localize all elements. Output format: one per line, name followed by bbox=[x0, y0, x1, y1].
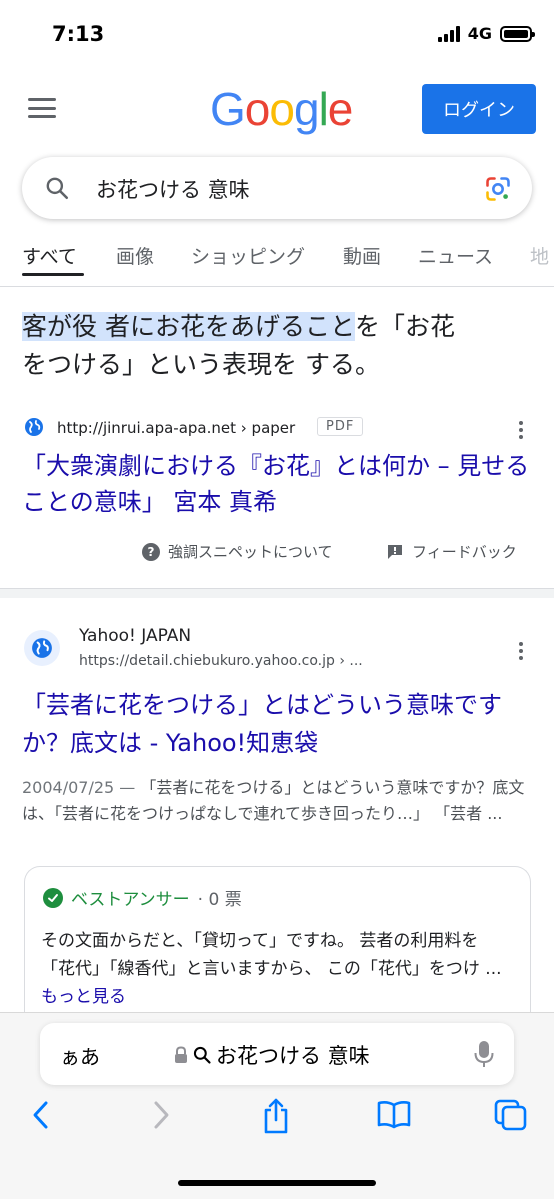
active-tab-indicator bbox=[22, 273, 84, 276]
result-snippet: 2004/07/25 — 「芸者に花をつける」とはどういう意味ですか？底文は、「… bbox=[22, 775, 537, 827]
network-type: 4G bbox=[467, 24, 492, 43]
back-icon[interactable] bbox=[30, 1099, 52, 1131]
google-logo[interactable]: Google bbox=[210, 82, 354, 136]
snippet-text-line2: をつける」という表現を する。 bbox=[22, 350, 380, 379]
tab-images[interactable]: 画像 bbox=[116, 242, 154, 269]
tab-news[interactable]: ニュース bbox=[418, 242, 493, 269]
featured-snippet-text: 客が役 者にお花をあげることを「お花 をつける」という表現を する。 bbox=[22, 308, 537, 384]
divider bbox=[0, 286, 554, 287]
address-text[interactable]: お花つける 意味 bbox=[174, 1040, 370, 1070]
tab-all[interactable]: すべて bbox=[22, 242, 77, 269]
about-snippet-label: 強調スニペットについて bbox=[168, 543, 333, 561]
forward-icon[interactable] bbox=[150, 1099, 172, 1131]
answer-text: その文面からだと、「貸切って」ですね。 芸者の利用料を「花代」「線香代」と言いま… bbox=[41, 927, 511, 1011]
snippet-footer: ? 強調スニペットについて フィードバック bbox=[0, 541, 554, 567]
best-answer-card[interactable]: ベストアンサー · 0 票 その文面からだと、「貸切って」ですね。 芸者の利用料… bbox=[24, 866, 531, 1036]
search-input[interactable]: お花つける 意味 bbox=[96, 174, 250, 204]
lock-icon bbox=[175, 1046, 187, 1063]
logo-letter: o bbox=[244, 83, 271, 135]
globe-icon bbox=[32, 638, 52, 658]
result-title-link[interactable]: 「大衆演劇における『お花』とは何か – 見せることの意味」 宮本 真希 bbox=[22, 448, 537, 520]
search-box[interactable]: お花つける 意味 bbox=[22, 157, 532, 219]
snippet-text-rest: を「お花 bbox=[354, 312, 455, 341]
feedback-icon bbox=[388, 544, 402, 559]
status-time: 7:13 bbox=[52, 22, 105, 46]
snippet-highlight: 客が役 者にお花をあげること bbox=[22, 312, 355, 341]
check-circle-icon bbox=[43, 887, 63, 908]
site-name[interactable]: Yahoo! JAPAN bbox=[79, 626, 191, 646]
more-link[interactable]: もっと見る bbox=[41, 987, 126, 1007]
more-options-icon[interactable] bbox=[518, 642, 524, 660]
microphone-icon[interactable] bbox=[474, 1039, 494, 1069]
result-separator bbox=[0, 588, 554, 598]
site-favicon bbox=[24, 630, 60, 666]
logo-letter: g bbox=[293, 83, 320, 135]
address-bar[interactable]: ぁあ お花つける 意味 bbox=[40, 1023, 514, 1085]
best-answer-header: ベストアンサー · 0 票 bbox=[43, 885, 242, 910]
source-url[interactable]: http://jinrui.apa-apa.net › paper bbox=[57, 419, 295, 437]
cellular-signal-icon bbox=[437, 25, 460, 42]
result-date: 2004/07/25 — bbox=[22, 778, 141, 797]
search-tabs: すべて 画像 ショッピング 動画 ニュース 地 bbox=[0, 242, 554, 276]
tab-maps[interactable]: 地 bbox=[530, 242, 549, 269]
browser-toolbar: ぁあ お花つける 意味 bbox=[0, 1012, 554, 1199]
feedback-label: フィードバック bbox=[412, 543, 517, 561]
bookmarks-icon[interactable] bbox=[376, 1099, 412, 1129]
address-query: お花つける 意味 bbox=[216, 1044, 370, 1068]
search-icon[interactable] bbox=[44, 175, 70, 201]
share-icon[interactable] bbox=[260, 1097, 292, 1135]
about-snippet-link[interactable]: ? 強調スニペットについて bbox=[142, 541, 333, 562]
status-indicators: 4G bbox=[437, 24, 535, 43]
answer-body: その文面からだと、「貸切って」ですね。 芸者の利用料を「花代」「線香代」と言いま… bbox=[41, 931, 502, 979]
globe-icon bbox=[25, 418, 43, 436]
page-settings-button[interactable]: ぁあ bbox=[60, 1041, 100, 1070]
tab-shopping[interactable]: ショッピング bbox=[191, 242, 305, 269]
battery-icon bbox=[500, 25, 535, 42]
logo-letter: l bbox=[318, 83, 329, 135]
menu-icon[interactable] bbox=[28, 96, 56, 120]
logo-letter: e bbox=[327, 83, 354, 135]
tab-videos[interactable]: 動画 bbox=[343, 242, 381, 269]
tabs-icon[interactable] bbox=[494, 1099, 528, 1131]
help-icon: ? bbox=[142, 542, 160, 561]
feedback-link[interactable]: フィードバック bbox=[386, 541, 517, 562]
home-indicator bbox=[178, 1180, 376, 1186]
result-title-link[interactable]: 「芸者に花をつける」とはどういう意味ですか？底文は - Yahoo!知恵袋 bbox=[22, 686, 537, 762]
logo-letter: o bbox=[269, 83, 295, 135]
search-icon bbox=[193, 1046, 211, 1064]
source-url[interactable]: https://detail.chiebukuro.yahoo.co.jp › … bbox=[79, 653, 363, 669]
vote-count: · 0 票 bbox=[197, 890, 242, 910]
best-answer-label: ベストアンサー bbox=[71, 890, 190, 910]
pdf-badge: PDF bbox=[317, 417, 364, 436]
google-lens-icon[interactable] bbox=[484, 175, 512, 203]
login-button[interactable]: ログイン bbox=[422, 84, 536, 134]
more-options-icon[interactable] bbox=[518, 421, 524, 439]
logo-letter: G bbox=[210, 83, 246, 135]
